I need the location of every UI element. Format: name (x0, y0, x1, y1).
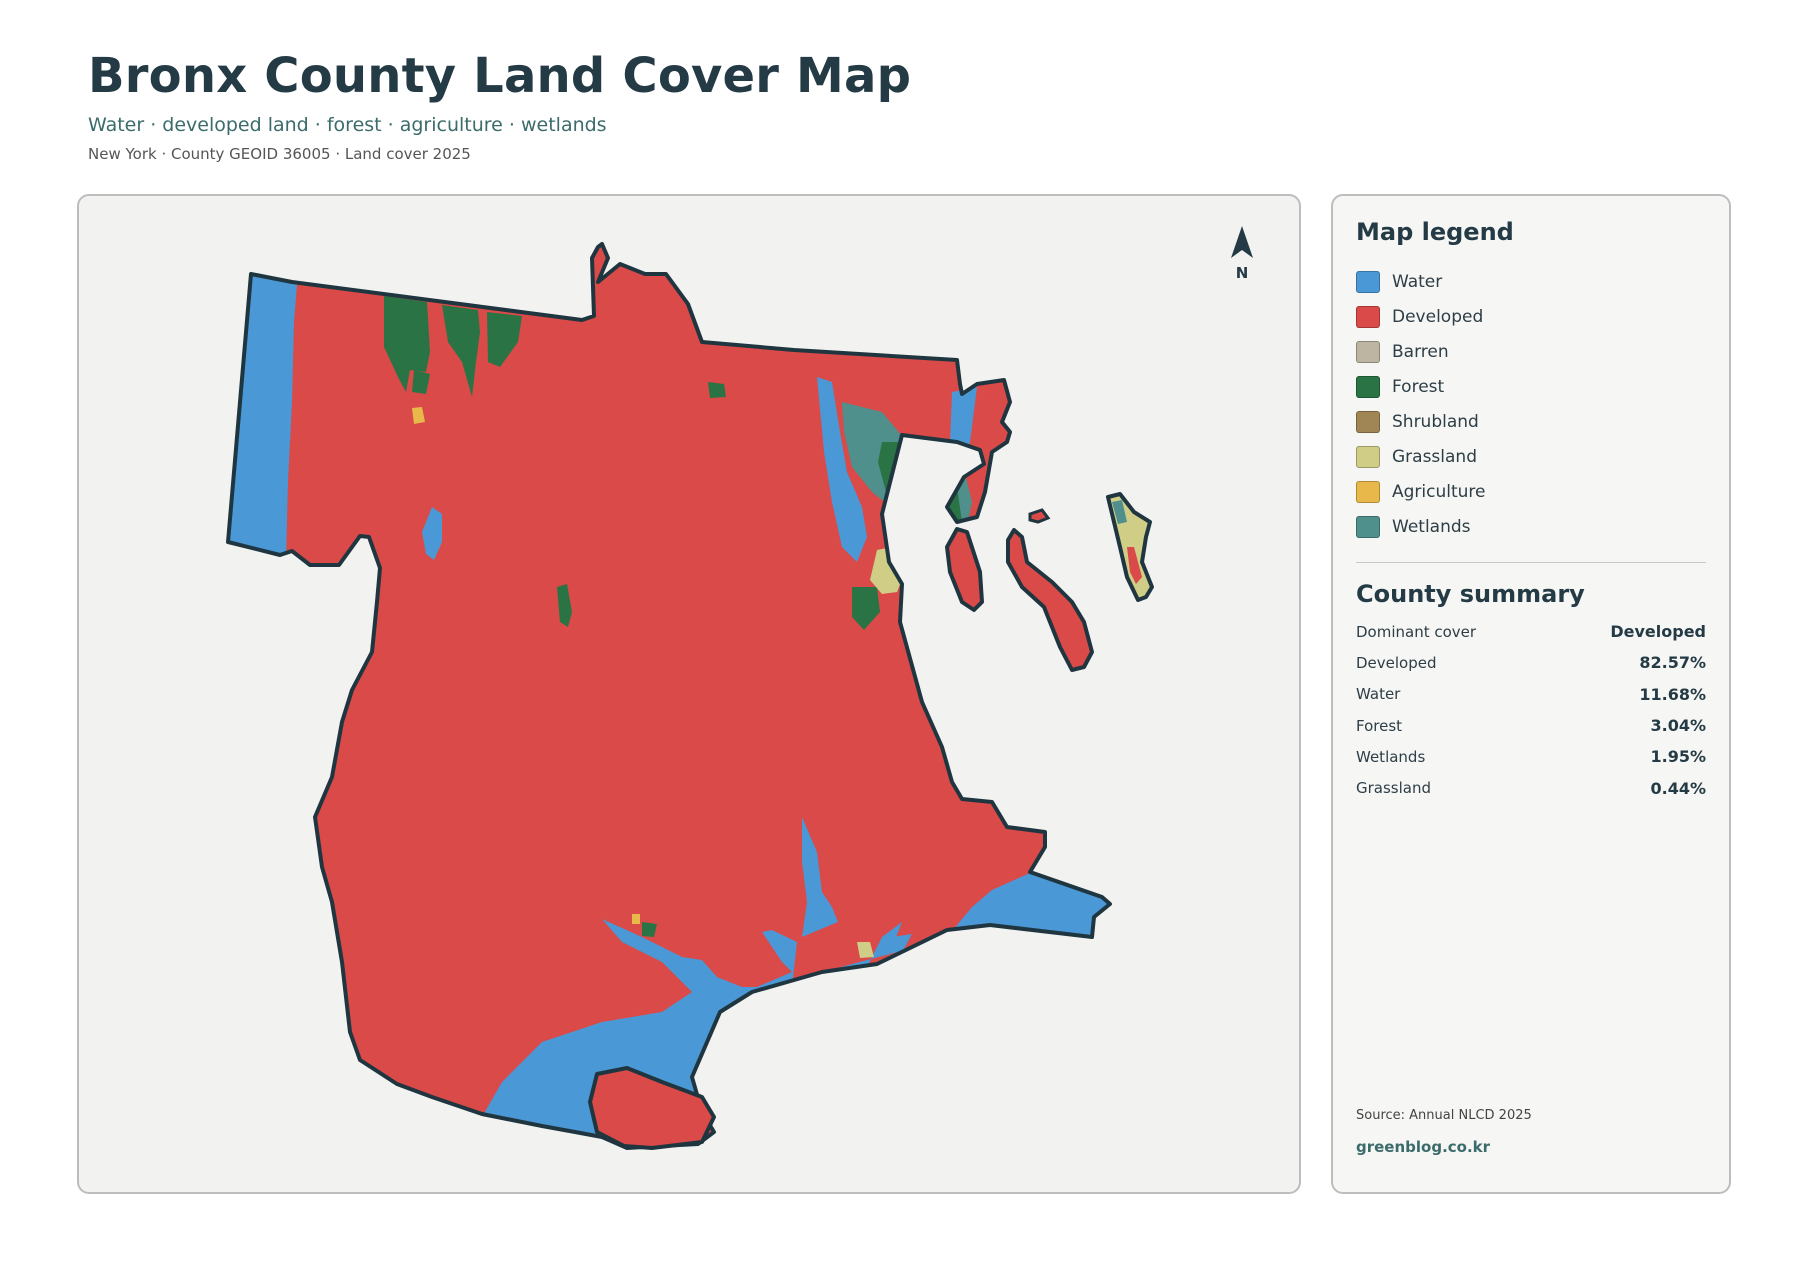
summary-row: Wetlands 1.95% (1356, 741, 1706, 772)
legend-list: Water Developed Barren Forest Shrubland Grass… (1356, 264, 1486, 544)
legend-label: Developed (1392, 306, 1484, 327)
summary-key: Water (1356, 685, 1401, 704)
summary-row: Forest 3.04% (1356, 710, 1706, 741)
summary-value: 82.57% (1639, 653, 1706, 673)
legend-item: Grassland (1356, 439, 1486, 474)
legend-label: Water (1392, 271, 1443, 292)
summary-title: County summary (1356, 580, 1585, 608)
page-meta: New York · County GEOID 36005 · Land cov… (88, 145, 471, 163)
county-map[interactable] (79, 196, 1301, 1194)
panel-divider (1356, 562, 1706, 563)
legend-item: Agriculture (1356, 474, 1486, 509)
page-header: Bronx County Land Cover Map Water · deve… (88, 46, 911, 163)
summary-key: Developed (1356, 653, 1437, 672)
city-island (1006, 528, 1094, 672)
summary-value: 3.04% (1650, 716, 1706, 736)
south-agriculture (632, 914, 640, 924)
summary-row: Developed 82.57% (1356, 647, 1706, 678)
legend-title: Map legend (1356, 218, 1514, 246)
north-arrow: N (1227, 224, 1257, 282)
legend-swatch (1356, 340, 1380, 363)
summary-key: Grassland (1356, 779, 1431, 798)
legend-item: Forest (1356, 369, 1486, 404)
legend-item: Wetlands (1356, 509, 1486, 544)
side-panel: Map legend Water Developed Barren Forest Shr… (1331, 194, 1731, 1194)
nw-forest-5 (708, 382, 726, 398)
north-arrow-icon (1231, 226, 1253, 258)
legend-swatch (1356, 270, 1380, 293)
legend-label: Wetlands (1392, 516, 1471, 537)
legend-swatch (1356, 305, 1380, 328)
small-islet (1028, 508, 1051, 524)
legend-label: Grassland (1392, 446, 1477, 467)
legend-item: Shrubland (1356, 404, 1486, 439)
summary-row: Grassland 0.44% (1356, 772, 1706, 803)
legend-label: Barren (1392, 341, 1449, 362)
south-peninsula (588, 1066, 716, 1150)
legend-label: Forest (1392, 376, 1445, 397)
summary-value: 1.95% (1650, 747, 1706, 767)
legend-label: Agriculture (1392, 481, 1486, 502)
legend-swatch (1356, 375, 1380, 398)
legend-swatch (1356, 480, 1380, 503)
summary-key: Wetlands (1356, 747, 1426, 766)
map-panel[interactable]: N (77, 194, 1301, 1194)
summary-row: Water 11.68% (1356, 679, 1706, 710)
legend-item: Developed (1356, 299, 1486, 334)
legend-label: Shrubland (1392, 411, 1479, 432)
ne-agriculture (914, 498, 926, 512)
page-title: Bronx County Land Cover Map (88, 48, 912, 104)
legend-item: Barren (1356, 334, 1486, 369)
source-note: Source: Annual NLCD 2025 (1356, 1108, 1532, 1123)
summary-value: 0.44% (1650, 778, 1706, 798)
summary-table: Dominant cover Developed Developed 82.57% Wa… (1356, 616, 1706, 804)
legend-swatch (1356, 410, 1380, 433)
pelham-developed (945, 527, 984, 612)
north-label: N (1235, 264, 1249, 282)
legend-item: Water (1356, 264, 1486, 299)
summary-value: 11.68% (1639, 684, 1706, 704)
summary-row: Dominant cover Developed (1356, 616, 1706, 647)
credit-link[interactable]: greenblog.co.kr (1356, 1138, 1490, 1156)
legend-swatch (1356, 515, 1380, 538)
summary-key: Forest (1356, 716, 1403, 735)
page-subtitle: Water · developed land · forest · agricu… (88, 114, 607, 136)
legend-swatch (1356, 445, 1380, 468)
summary-value: Developed (1610, 622, 1706, 642)
summary-key: Dominant cover (1356, 622, 1477, 641)
